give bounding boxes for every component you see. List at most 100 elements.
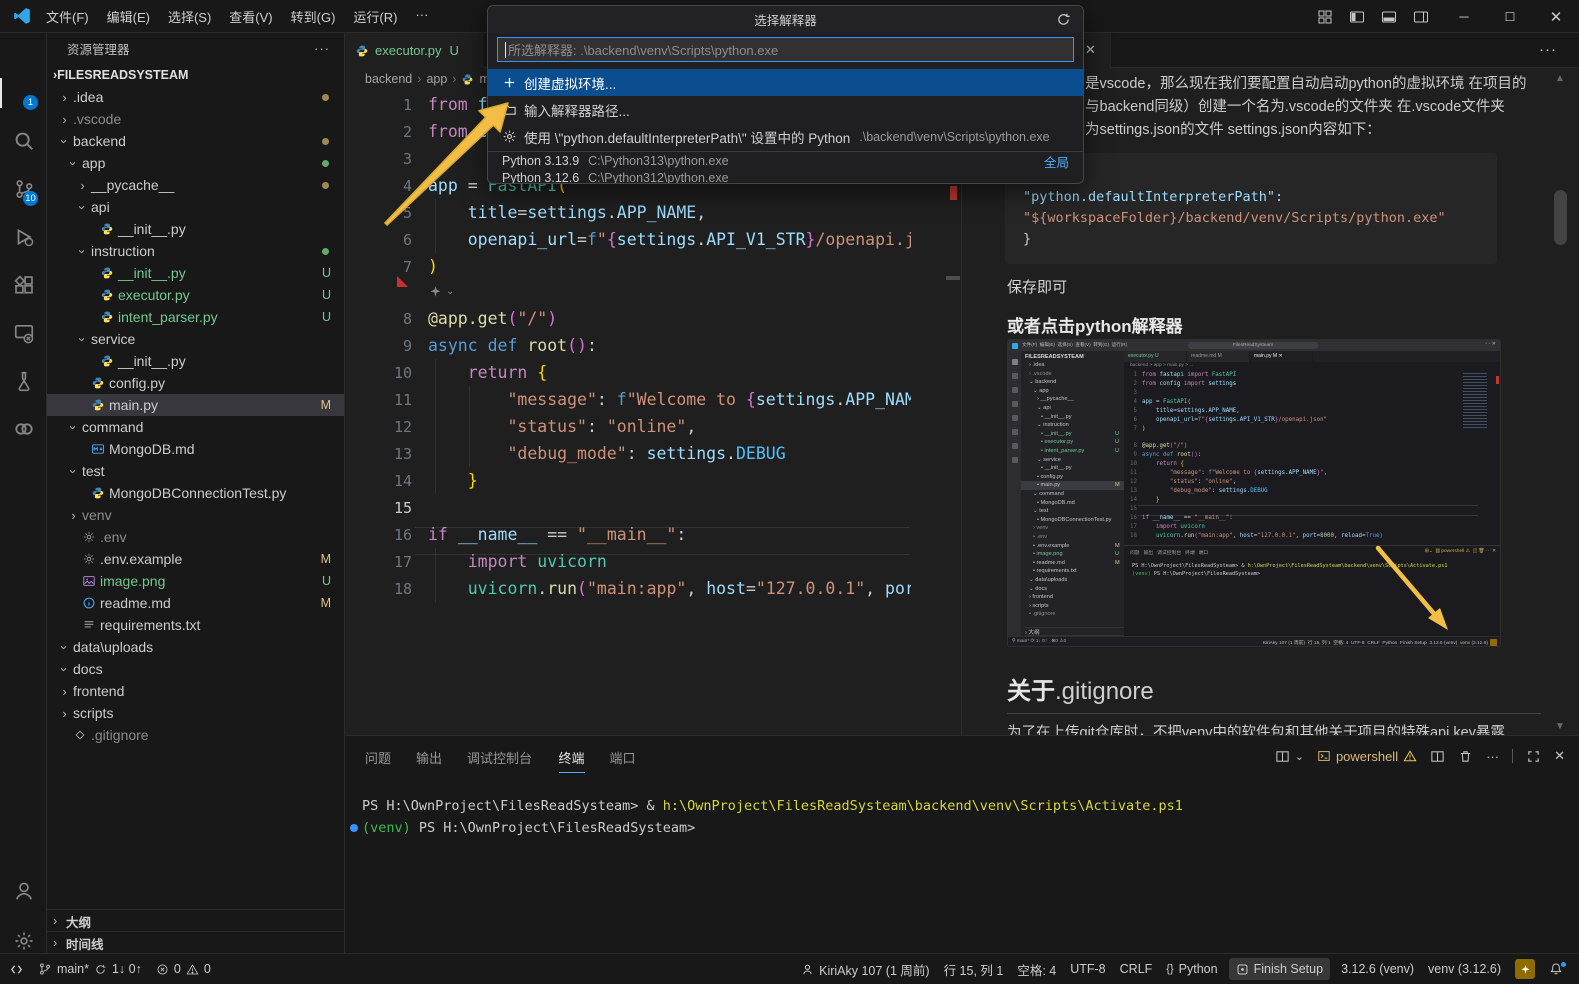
tree-item-.gitignore[interactable]: .gitignore xyxy=(47,724,344,746)
activity-remote-explorer[interactable] xyxy=(0,318,47,348)
status-venv-3-12-6-[interactable]: venv (3.12.6) xyxy=(1421,954,1508,984)
maximize-button[interactable]: ☐ xyxy=(1487,0,1533,33)
tree-item-venv[interactable]: ›venv xyxy=(47,504,344,526)
close-button[interactable]: ✕ xyxy=(1533,0,1579,33)
remote-indicator[interactable] xyxy=(2,954,31,984)
menu-3[interactable]: 查看(V) xyxy=(220,7,281,26)
sidebar-actions-icon[interactable]: ··· xyxy=(314,41,330,56)
split-terminal-icon[interactable] xyxy=(1430,749,1445,764)
status-gold[interactable] xyxy=(1508,954,1542,984)
tree-item-.idea[interactable]: ›.idea xyxy=(47,86,344,108)
quickpick-item-0[interactable]: 创建虚拟环境... xyxy=(488,69,1083,96)
menu-4[interactable]: 转到(G) xyxy=(282,7,345,26)
tree-item-__init__.py[interactable]: __init__.py xyxy=(47,218,344,240)
code-line-13[interactable]: 13 "debug_mode": settings.DEBUG xyxy=(345,440,786,467)
tree-item-frontend[interactable]: ›frontend xyxy=(47,680,344,702)
layout-customize-icon[interactable] xyxy=(1317,9,1333,25)
status-utf-8[interactable]: UTF-8 xyxy=(1063,954,1112,984)
status-bell[interactable] xyxy=(1542,954,1573,984)
activity-run-debug[interactable] xyxy=(0,222,47,252)
inline-chat-widget[interactable]: ⌄ xyxy=(429,285,454,298)
menu-0[interactable]: 文件(F) xyxy=(37,7,98,26)
status--4[interactable]: 空格: 4 xyxy=(1010,954,1063,984)
tree-item-.vscode[interactable]: ›.vscode xyxy=(47,108,344,130)
code-line-5[interactable]: 5 title=settings.APP_NAME, xyxy=(345,199,706,226)
scroll-up-icon[interactable]: ▲ xyxy=(1555,73,1565,84)
menu-2[interactable]: 选择(S) xyxy=(159,7,220,26)
tree-item-test[interactable]: ›test xyxy=(47,460,344,482)
scrollbar-mark[interactable] xyxy=(946,276,960,280)
terminal-tab[interactable]: powershell xyxy=(1317,749,1417,764)
tree-item-instruction[interactable]: ›instruction xyxy=(47,240,344,262)
quickpick-item-2[interactable]: 使用 \"python.defaultInterpreterPath\" 设置中… xyxy=(488,123,1083,150)
close-panel-icon[interactable]: ✕ xyxy=(1554,748,1565,764)
tree-root[interactable]: › FILESREADSYSTEAM xyxy=(47,64,344,86)
tab-close-icon[interactable]: ✕ xyxy=(1085,42,1096,58)
code-line-8[interactable]: 8@app.get("/") xyxy=(345,305,557,332)
tree-item-app[interactable]: ›app xyxy=(47,152,344,174)
code-line-9[interactable]: 9async def root(): xyxy=(345,332,597,359)
interpreter-input[interactable]: 所选解释器: .\backend\venv\Scripts\python.exe xyxy=(497,37,1074,62)
code-line-15[interactable]: 15 xyxy=(345,494,428,521)
tree-item-image.png[interactable]: image.pngU xyxy=(47,570,344,592)
panel-tab-终端[interactable]: 终端 xyxy=(559,746,585,773)
code-line-7[interactable]: 7) xyxy=(345,253,438,280)
activity-extension-tool[interactable] xyxy=(0,414,47,444)
tree-item-readme.md[interactable]: readme.mdM xyxy=(47,592,344,614)
outline-section[interactable]: ›大纲 xyxy=(47,909,344,932)
tree-item-main.py[interactable]: main.pyM xyxy=(47,394,344,416)
panel-tab-输出[interactable]: 输出 xyxy=(416,746,442,772)
more-actions-icon[interactable]: ··· xyxy=(1486,749,1499,764)
toggle-sidebar-icon[interactable] xyxy=(1349,9,1365,25)
tree-item-scripts[interactable]: ›scripts xyxy=(47,702,344,724)
menu-more[interactable]: ··· xyxy=(406,7,437,26)
status-3-12-6-venv-[interactable]: 3.12.6 (venv) xyxy=(1334,954,1421,984)
quickpick-interpreter-1[interactable]: Python 3.12.6C:\Python312\python.exe xyxy=(488,170,1083,185)
tree-item-backend[interactable]: ›backend xyxy=(47,130,344,152)
code-line-18[interactable]: 18 uvicorn.run("main:app", host="127.0.0… xyxy=(345,575,911,602)
activity-testing[interactable] xyxy=(0,366,47,396)
status-kiriaky-107-1-[interactable]: KiriAky 107 (1 周前) xyxy=(794,954,936,984)
tree-item-intent_parser.py[interactable]: intent_parser.pyU xyxy=(47,306,344,328)
tree-item-command[interactable]: ›command xyxy=(47,416,344,438)
activity-search[interactable] xyxy=(0,126,47,156)
tree-item-MongoDBConnectionTest.py[interactable]: MongoDBConnectionTest.py xyxy=(47,482,344,504)
tree-item-executor.py[interactable]: executor.pyU xyxy=(47,284,344,306)
tree-item-__pycache__[interactable]: ›__pycache__ xyxy=(47,174,344,196)
panel-tab-调试控制台[interactable]: 调试控制台 xyxy=(467,746,532,772)
menu-5[interactable]: 运行(R) xyxy=(344,7,406,26)
panel-tab-问题[interactable]: 问题 xyxy=(365,746,391,772)
chevron-down-icon[interactable]: ⌄ xyxy=(1295,750,1304,763)
refresh-icon[interactable] xyxy=(1056,12,1071,27)
maximize-panel-icon[interactable] xyxy=(1526,749,1541,764)
activity-account[interactable] xyxy=(0,876,47,906)
tree-item-service[interactable]: ›service xyxy=(47,328,344,350)
code-line-6[interactable]: 6 openapi_url=f"{settings.API_V1_STR}/op… xyxy=(345,226,911,253)
tree-item-__init__.py[interactable]: __init__.pyU xyxy=(47,262,344,284)
code-line-3[interactable]: 3 xyxy=(345,145,428,172)
panel-tab-端口[interactable]: 端口 xyxy=(610,746,636,772)
code-line-12[interactable]: 12 "status": "online", xyxy=(345,413,696,440)
tree-item-data_uploads[interactable]: ›data\uploads xyxy=(47,636,344,658)
activity-extensions[interactable] xyxy=(0,270,47,300)
tree-item-docs[interactable]: ›docs xyxy=(47,658,344,680)
tree-item-requirements.txt[interactable]: requirements.txt xyxy=(47,614,344,636)
tree-item-.env[interactable]: .env xyxy=(47,526,344,548)
tree-item-.env.example[interactable]: .env.exampleM xyxy=(47,548,344,570)
editor-actions-icon[interactable]: ··· xyxy=(1539,41,1557,58)
problems-indicator[interactable]: 0 0 xyxy=(149,954,218,984)
code-line-11[interactable]: 11 "message": f"Welcome to {settings.APP… xyxy=(345,386,911,413)
status--15-1[interactable]: 行 15, 列 1 xyxy=(937,954,1011,984)
quickpick-item-1[interactable]: 输入解释器路径... xyxy=(488,96,1083,123)
tree-item-__init__.py[interactable]: __init__.py xyxy=(47,350,344,372)
code-line-10[interactable]: 10 return { xyxy=(345,359,547,386)
timeline-section[interactable]: ›时间线 xyxy=(47,931,344,953)
code-line-14[interactable]: 14 } xyxy=(345,467,478,494)
menu-1[interactable]: 编辑(E) xyxy=(98,7,159,26)
toggle-panel-icon[interactable] xyxy=(1381,9,1397,25)
activity-settings[interactable] xyxy=(0,926,47,956)
quickpick-interpreter-0[interactable]: Python 3.13.9C:\Python313\python.exe全局 xyxy=(488,153,1083,170)
toggle-secondary-sidebar-icon[interactable] xyxy=(1413,9,1429,25)
tree-item-MongoDB.md[interactable]: MongoDB.md xyxy=(47,438,344,460)
branch-indicator[interactable]: main* 1↓ 0↑ xyxy=(31,954,149,984)
